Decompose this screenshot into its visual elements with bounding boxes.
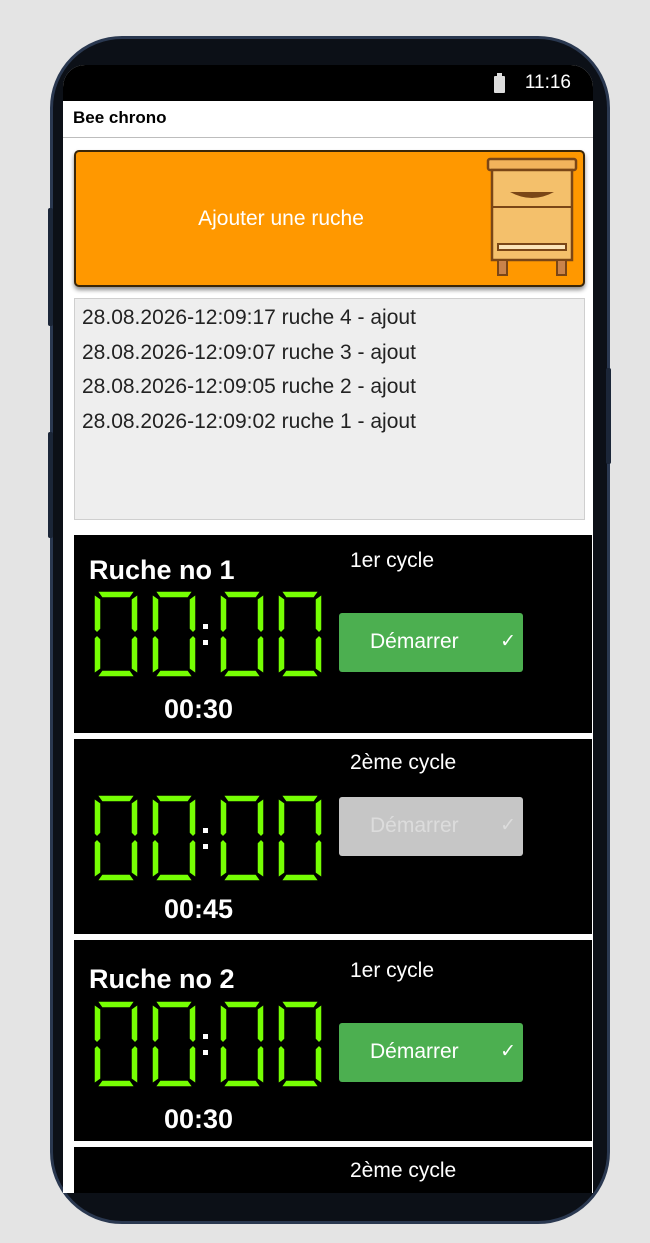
- side-button: [606, 368, 611, 464]
- log-line: 28.08.2026-12:09:07 ruche 3 - ajout: [82, 341, 416, 364]
- cycle-duration: 00:30: [164, 1104, 234, 1134]
- hive-cycle-panel: 2ème cycle: [74, 1147, 592, 1193]
- app-title: Bee chrono: [73, 108, 167, 127]
- cycle-label: 1er cycle: [350, 959, 435, 982]
- timer-display: [93, 794, 323, 882]
- start-button-label: Démarrer: [370, 1040, 459, 1063]
- cycle-label: 2ème cycle: [350, 751, 457, 774]
- app-screen: 11:16 Bee chrono Ajouter une ruche 28.08…: [63, 65, 593, 1193]
- status-bar: 11:16: [63, 65, 593, 101]
- status-time: 11:16: [524, 72, 571, 93]
- activity-log: 28.08.2026-12:09:17 ruche 4 - ajout 28.0…: [74, 298, 585, 520]
- timer-display: [93, 590, 323, 678]
- hive-cycle-panel: Ruche no 1 1er cycle 00:30 Démarrer ✓: [74, 535, 592, 733]
- start-button-label: Démarrer: [370, 814, 459, 837]
- cycle-label: 2ème cycle: [350, 1159, 457, 1182]
- side-button: [48, 208, 53, 326]
- hive-cycle-panel: Ruche no 2 1er cycle 00:30 Démarrer ✓: [74, 940, 592, 1141]
- app-title-bar: Bee chrono: [63, 101, 593, 138]
- start-button[interactable]: Démarrer ✓: [339, 613, 523, 672]
- battery-charging-icon: [494, 73, 505, 93]
- add-hive-button[interactable]: Ajouter une ruche: [74, 150, 585, 287]
- cycle-label: 1er cycle: [350, 549, 435, 572]
- log-line: 28.08.2026-12:09:02 ruche 1 - ajout: [82, 410, 416, 433]
- hive-title: Ruche no 1: [89, 555, 235, 585]
- beehive-icon: [486, 157, 578, 276]
- check-icon: ✓: [500, 631, 516, 652]
- log-line: 28.08.2026-12:09:05 ruche 2 - ajout: [82, 375, 416, 398]
- cycle-duration: 00:45: [164, 894, 234, 924]
- side-button: [48, 432, 53, 538]
- check-icon: ✓: [500, 815, 516, 836]
- log-line: 28.08.2026-12:09:17 ruche 4 - ajout: [82, 306, 416, 329]
- start-button-label: Démarrer: [370, 630, 459, 653]
- check-icon: ✓: [500, 1041, 516, 1062]
- start-button-disabled[interactable]: Démarrer ✓: [339, 797, 523, 856]
- cycle-duration: 00:30: [164, 694, 234, 724]
- add-hive-label: Ajouter une ruche: [198, 207, 364, 230]
- hive-cycle-panel: 2ème cycle 00:45 Démarrer ✓: [74, 739, 592, 934]
- start-button[interactable]: Démarrer ✓: [339, 1023, 523, 1082]
- hive-title: Ruche no 2: [89, 964, 235, 994]
- timer-display: [93, 1000, 323, 1088]
